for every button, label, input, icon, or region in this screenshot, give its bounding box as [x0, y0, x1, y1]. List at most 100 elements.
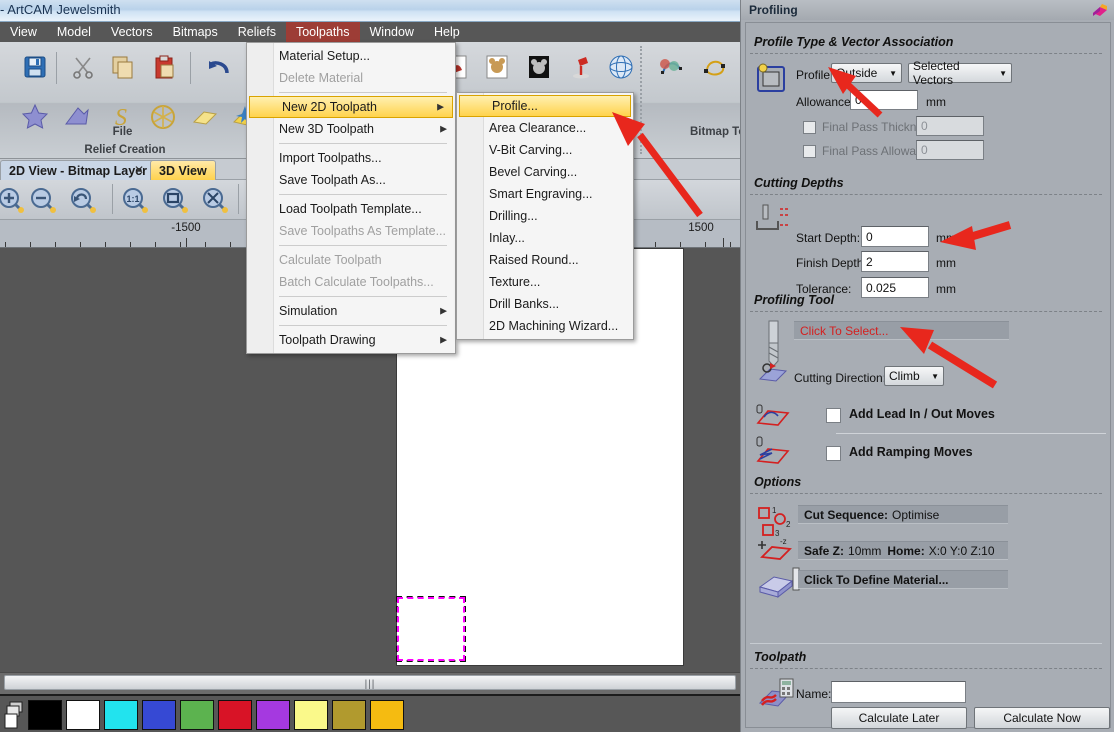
model-bear-icon[interactable]	[480, 50, 514, 84]
submenu-item-bevel-carving[interactable]: Bevel Carving...	[457, 161, 633, 183]
palette-swatch[interactable]	[218, 700, 252, 730]
submenu-item-drill-banks[interactable]: Drill Banks...	[457, 293, 633, 315]
vector-shape-icon[interactable]	[698, 50, 732, 84]
final-pass-allowance-checkbox[interactable]	[803, 145, 816, 158]
close-icon[interactable]: ✕	[134, 163, 144, 177]
menu-bitmaps[interactable]: Bitmaps	[163, 22, 228, 42]
paste-icon[interactable]	[148, 50, 182, 84]
safe-z-home-row[interactable]: Safe Z: 10mm Home: X:0 Y:0 Z:10	[798, 541, 1008, 560]
palette-swatch[interactable]	[28, 700, 62, 730]
relief-weave-icon[interactable]	[146, 100, 180, 134]
cutting-direction-dropdown[interactable]: Climb ▼	[884, 366, 944, 386]
save-icon[interactable]	[18, 50, 52, 84]
tab-3d-view[interactable]: 3D View	[150, 160, 216, 180]
zoom-to-fit-icon[interactable]	[198, 183, 232, 217]
final-pass-thickness-checkbox[interactable]	[803, 121, 816, 134]
copy-icon[interactable]	[106, 50, 140, 84]
submenu-item-inlay[interactable]: Inlay...	[457, 227, 633, 249]
cut-sequence-row[interactable]: Cut Sequence: Optimise	[798, 505, 1008, 524]
calculate-later-label: Calculate Later	[859, 711, 940, 725]
menu-item-material-setup[interactable]: Material Setup...	[247, 45, 455, 67]
tab-2d-view[interactable]: 2D View - Bitmap Layer	[0, 160, 156, 180]
submenu-item-v-bit-carving[interactable]: V-Bit Carving...	[457, 139, 633, 161]
cut-icon[interactable]	[66, 50, 100, 84]
menu-item-toolpath-drawing[interactable]: Toolpath Drawing▶	[247, 329, 455, 351]
menu-toolpaths[interactable]: Toolpaths	[286, 22, 360, 42]
menu-item-new-3d-toolpath[interactable]: New 3D Toolpath▶	[247, 118, 455, 140]
menu-item-new-2d-toolpath[interactable]: New 2D Toolpath▶	[249, 96, 453, 118]
undo-icon[interactable]	[202, 50, 236, 84]
zoom-to-selection-icon[interactable]	[158, 183, 192, 217]
palette-layers-icon[interactable]	[4, 700, 26, 730]
bitmap-to-vector-icon[interactable]	[655, 50, 689, 84]
model-sphere-icon[interactable]	[604, 50, 638, 84]
home-label: Home:	[887, 544, 924, 558]
finish-depth-input[interactable]: 2	[861, 251, 929, 272]
panel-title-bar: Profiling	[741, 0, 1114, 20]
toolpath-name-input[interactable]	[831, 681, 966, 703]
profile-side-dropdown[interactable]: Outside ▼	[831, 63, 902, 83]
submenu-item-raised-round[interactable]: Raised Round...	[457, 249, 633, 271]
zoom-in-icon[interactable]	[0, 183, 28, 217]
zoom-undo-icon[interactable]	[66, 183, 100, 217]
menu-separator	[279, 92, 447, 93]
palette-swatch[interactable]	[332, 700, 366, 730]
model-greyscale-icon[interactable]	[522, 50, 556, 84]
menu-help[interactable]: Help	[424, 22, 470, 42]
book-icon[interactable]	[1091, 3, 1109, 22]
menu-item-simulation[interactable]: Simulation▶	[247, 300, 455, 322]
color-palette	[0, 694, 740, 732]
palette-swatch[interactable]	[142, 700, 176, 730]
palette-swatch[interactable]	[104, 700, 138, 730]
palette-swatch[interactable]	[294, 700, 328, 730]
zoom-out-icon[interactable]	[26, 183, 60, 217]
menu-model[interactable]: Model	[47, 22, 101, 42]
selected-vector-rectangle[interactable]	[396, 596, 466, 662]
define-material-row[interactable]: Click To Define Material...	[798, 570, 1008, 589]
palette-swatch[interactable]	[180, 700, 214, 730]
ramping-moves-checkbox[interactable]	[826, 446, 841, 461]
new-2d-toolpath-submenu[interactable]: Profile...Area Clearance...V-Bit Carving…	[456, 92, 634, 340]
submenu-item-profile[interactable]: Profile...	[459, 95, 631, 117]
svg-text:1: 1	[772, 506, 777, 515]
allowance-input[interactable]: 0	[850, 90, 918, 110]
toolpaths-menu-dropdown[interactable]: Material Setup...Delete MaterialNew 2D T…	[246, 42, 456, 354]
palette-swatch[interactable]	[256, 700, 290, 730]
start-depth-input[interactable]: 0	[861, 226, 929, 247]
horizontal-scrollbar[interactable]: |||	[0, 672, 740, 692]
lead-in-out-checkbox[interactable]	[826, 408, 841, 423]
calculate-later-button[interactable]: Calculate Later	[831, 707, 967, 729]
calculate-now-button[interactable]: Calculate Now	[974, 707, 1110, 729]
menu-item-import-toolpaths[interactable]: Import Toolpaths...	[247, 147, 455, 169]
menu-item-label: New 3D Toolpath	[279, 122, 374, 136]
submenu-item-texture[interactable]: Texture...	[457, 271, 633, 293]
submenu-item-smart-engraving[interactable]: Smart Engraving...	[457, 183, 633, 205]
zoom-one-to-one-icon[interactable]: 1:1	[118, 183, 152, 217]
submenu-item-2d-machining-wizard[interactable]: 2D Machining Wizard...	[457, 315, 633, 337]
tolerance-input[interactable]: 0.025	[861, 277, 929, 298]
submenu-item-drilling[interactable]: Drilling...	[457, 205, 633, 227]
menu-separator	[279, 245, 447, 246]
click-to-select-tool[interactable]: Click To Select...	[794, 321, 1009, 340]
menu-view[interactable]: View	[0, 22, 47, 42]
menu-label: Bitmaps	[173, 25, 218, 39]
menu-window[interactable]: Window	[360, 22, 424, 42]
menu-item-load-toolpath-template[interactable]: Load Toolpath Template...	[247, 198, 455, 220]
menu-reliefs[interactable]: Reliefs	[228, 22, 286, 42]
scrollbar-thumb[interactable]: |||	[4, 675, 736, 690]
menu-item-save-toolpath-as[interactable]: Save Toolpath As...	[247, 169, 455, 191]
ruler-label: 1500	[688, 222, 714, 234]
relief-sheet-icon[interactable]	[188, 100, 222, 134]
ruler-label: -1500	[171, 222, 200, 234]
vector-association-value: Selected Vectors	[913, 59, 993, 87]
submenu-item-area-clearance[interactable]: Area Clearance...	[457, 117, 633, 139]
palette-swatch[interactable]	[66, 700, 100, 730]
relief-star-icon[interactable]	[18, 100, 52, 134]
menu-vectors[interactable]: Vectors	[101, 22, 163, 42]
toolpath-calculator-icon	[756, 675, 800, 715]
relief-arrow-icon[interactable]	[60, 100, 94, 134]
menu-item-label: Save Toolpath As...	[279, 173, 386, 187]
vector-association-dropdown[interactable]: Selected Vectors ▼	[908, 63, 1012, 83]
model-lamp-icon[interactable]	[564, 50, 598, 84]
palette-swatch[interactable]	[370, 700, 404, 730]
